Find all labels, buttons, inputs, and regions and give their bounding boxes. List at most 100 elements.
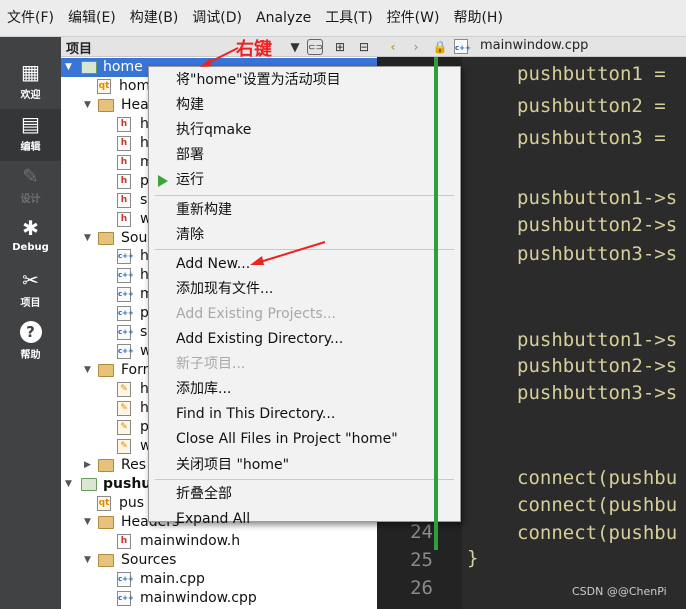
code-line: pushbutton3->s (517, 382, 678, 404)
cpp-file-icon: c++ (117, 249, 134, 264)
context-menu-item[interactable]: 添加库... (149, 377, 460, 401)
context-menu-item[interactable]: Expand All (149, 507, 460, 531)
menu-item-1[interactable]: 编辑(E) (61, 0, 123, 37)
expand-arrow-icon[interactable]: ▼ (65, 475, 75, 494)
tree-item-label: Sources (121, 552, 177, 568)
play-icon (158, 175, 168, 188)
back-icon[interactable]: ‹ (385, 39, 401, 55)
ui-file-icon: ✎ (117, 420, 131, 435)
pro-file-icon: qt (97, 496, 111, 511)
context-menu-item-label: 关闭项目 "home" (176, 456, 290, 473)
mode-wrench[interactable]: ✂ 项目 (0, 265, 61, 317)
header-file-icon: h (117, 136, 131, 151)
expand-arrow-icon[interactable]: ▼ (84, 361, 94, 380)
context-menu-item[interactable]: 重新构建 (149, 198, 460, 222)
tree-file[interactable]: h mainwindow.h (61, 532, 377, 551)
forward-icon[interactable]: › (408, 39, 424, 55)
context-menu-item[interactable]: 添加现有文件... (149, 277, 460, 301)
line-number: 25 (410, 549, 433, 571)
menu-item-4[interactable]: Analyze (249, 0, 318, 37)
context-menu-item[interactable]: 执行qmake (149, 118, 460, 142)
context-menu-item[interactable]: Add Existing Directory... (149, 327, 460, 351)
mode-label: 帮助 (20, 350, 41, 361)
context-menu-item-label: Close All Files in Project "home" (176, 431, 398, 448)
expand-arrow-icon[interactable]: ▼ (65, 58, 75, 77)
cpp-file-icon: c++ (117, 306, 134, 321)
header-file-icon: h (117, 193, 131, 208)
mode-help[interactable]: ? 帮助 (0, 317, 61, 369)
menu-item-2[interactable]: 构建(B) (123, 0, 186, 37)
grid-icon: ▦ (21, 60, 40, 84)
context-menu-item[interactable]: 将"home"设置为活动项目 (149, 68, 460, 92)
header-file-icon: h (117, 212, 131, 227)
expand-arrow-icon[interactable]: ▼ (84, 229, 94, 248)
lock-icon: 🔒 (432, 40, 448, 54)
document-icon: ▤ (21, 112, 40, 136)
code-line: pushbutton3 = (517, 127, 666, 149)
code-line: pushbutton2->s (517, 214, 678, 236)
tree-item-label: Forr (121, 362, 149, 378)
tree-item-label: hom (119, 78, 151, 94)
menu-item-5[interactable]: 工具(T) (318, 0, 379, 37)
menu-separator (155, 248, 454, 250)
tree-file[interactable]: c++ main.cpp (61, 570, 377, 589)
code-line: connect(pushbu (517, 467, 678, 489)
mode-grid[interactable]: ▦ 欢迎 (0, 57, 61, 109)
expand-arrow-icon[interactable]: ▼ (84, 96, 94, 115)
expand-arrow-icon[interactable]: ▶ (84, 456, 94, 475)
ui-file-icon: ✎ (117, 439, 131, 454)
header-file-icon: h (117, 117, 131, 132)
context-menu-item[interactable]: 折叠全部 (149, 482, 460, 506)
code-line: pushbutton1 = (517, 63, 666, 85)
context-menu-item[interactable]: 运行 (149, 168, 460, 192)
context-menu-item[interactable]: 清除 (149, 223, 460, 247)
folder-icon (98, 554, 114, 567)
menu-item-7[interactable]: 帮助(H) (446, 0, 509, 37)
wrench-icon: ✂ (22, 268, 39, 292)
mode-document[interactable]: ▤ 编辑 (0, 109, 61, 161)
mode-pencil[interactable]: ✎ 设计 (0, 161, 61, 213)
context-menu-item: 新子项目... (149, 352, 460, 376)
context-menu-item-label: 新子项目... (176, 356, 246, 373)
cpp-file-icon: c++ (117, 268, 134, 283)
code-line: pushbutton1->s (517, 329, 678, 351)
tree-item-label: Hea (121, 97, 149, 113)
cpp-file-icon: c++ (117, 344, 134, 359)
mode-bug[interactable]: ✱ Debug (0, 213, 61, 265)
context-menu-item-label: Expand All (176, 510, 251, 527)
pro-file-icon: qt (97, 79, 111, 94)
menu-item-0[interactable]: 文件(F) (0, 0, 61, 37)
context-menu-item[interactable]: 构建 (149, 93, 460, 117)
editor-filename[interactable]: mainwindow.cpp (480, 38, 588, 53)
code-line: pushbutton1->s (517, 187, 678, 209)
code-line: pushbutton2 = (517, 95, 666, 117)
context-menu-item[interactable]: Close All Files in Project "home" (149, 427, 460, 451)
ui-file-icon: ✎ (117, 382, 131, 397)
tree-folder[interactable]: ▼ Sources (61, 551, 377, 570)
context-menu-item-label: 添加现有文件... (176, 280, 274, 297)
code-editor[interactable]: pushbutton1 = pushbutton2 = pushbutton3 = p… (462, 57, 686, 609)
context-menu-item[interactable]: Find in This Directory... (149, 402, 460, 426)
expand-arrow-icon[interactable]: ▼ (84, 513, 94, 532)
split-icon[interactable]: ⊞ (332, 39, 348, 55)
folder-icon (98, 99, 114, 112)
menu-item-6[interactable]: 控件(W) (380, 0, 447, 37)
context-menu-item[interactable]: Add New... (149, 252, 460, 276)
mode-label: Debug (12, 242, 49, 253)
expand-arrow-icon[interactable]: ▼ (84, 551, 94, 570)
tree-item-label: pushu (103, 476, 152, 492)
tree-item-label: s (140, 192, 148, 208)
code-line: pushbutton3->s (517, 243, 678, 265)
context-menu-item[interactable]: 关闭项目 "home" (149, 453, 460, 477)
menu-item-3[interactable]: 调试(D) (185, 0, 249, 37)
context-menu-item-label: 折叠全部 (176, 485, 232, 502)
context-menu-item-label: 部署 (176, 147, 204, 164)
close-panel-icon[interactable]: ⊟ (356, 39, 372, 55)
context-menu-item[interactable]: 部署 (149, 143, 460, 167)
tree-item-label: mainwindow.cpp (140, 590, 257, 606)
tree-file[interactable]: c++ mainwindow.cpp (61, 589, 377, 608)
project-icon (81, 61, 97, 74)
link-icon[interactable]: ⊂⊃ (307, 39, 323, 55)
pencil-icon: ✎ (22, 164, 39, 188)
filter-icon[interactable]: ▼ (287, 39, 303, 55)
